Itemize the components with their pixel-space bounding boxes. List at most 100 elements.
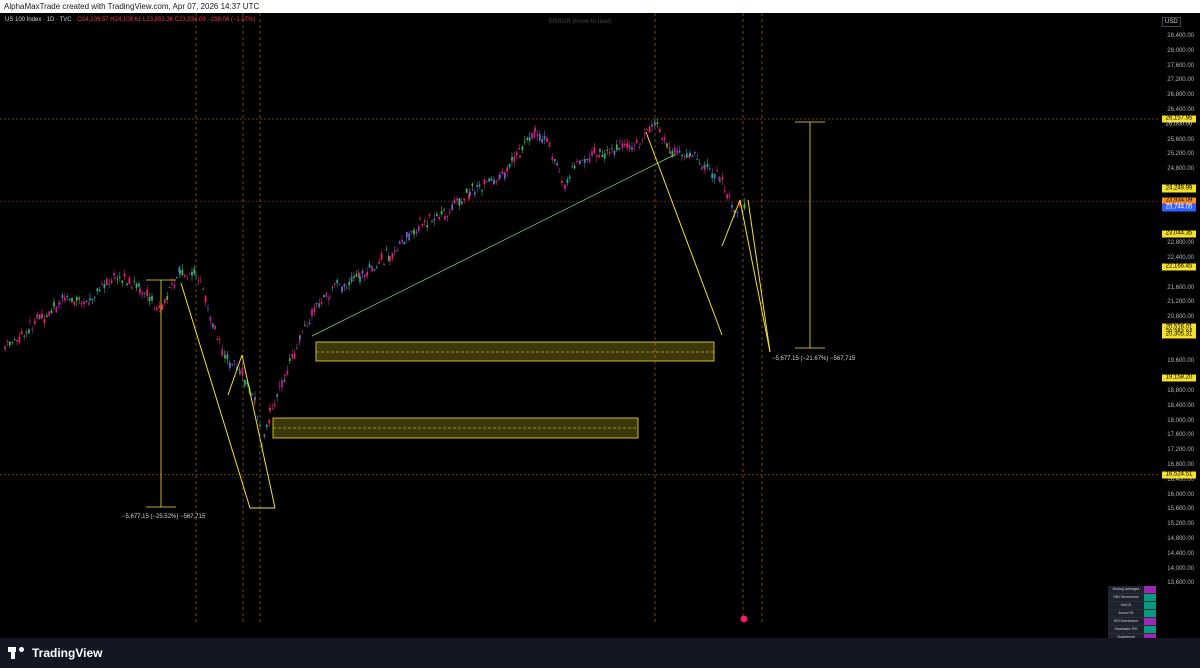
ohlc-values: O24,109.57 H24,109.61 L23,853.36 C23,934… [77, 17, 256, 23]
candle-body [456, 198, 458, 201]
candle-body [398, 241, 401, 244]
price-tick: 25,600.00 [1167, 136, 1194, 143]
script-error[interactable]: ERROR (hover to read) [549, 19, 612, 25]
candle-body [313, 307, 316, 313]
candle-body [118, 276, 121, 278]
price-tick: 17,200.00 [1167, 447, 1194, 454]
chart-pane[interactable]: −5,677.15 (−25.52%) −567,715 −5,677.15 (−… [0, 13, 1160, 651]
candle-body [128, 277, 131, 285]
candle-body [628, 145, 631, 149]
candle-body [478, 184, 481, 187]
candle-body [573, 165, 576, 169]
candle-body [656, 122, 659, 125]
candle-body [241, 368, 244, 375]
indicator-status-cell [1144, 594, 1156, 601]
candle-body [508, 163, 511, 168]
candle-body [214, 326, 216, 330]
event-flag-icon [740, 615, 748, 623]
candle-body [651, 124, 653, 127]
price-tick: 16,000.00 [1167, 491, 1194, 498]
candle-body [59, 302, 61, 305]
watermark-bar: AlphaMaxTrade created with TradingView.c… [0, 0, 1200, 13]
candle-body [36, 314, 39, 318]
candle-body [408, 233, 411, 241]
candle-body [66, 295, 69, 297]
candle-body [536, 134, 539, 136]
candle-body [281, 379, 283, 388]
currency-label[interactable]: USD [1162, 17, 1181, 27]
candle-body [353, 276, 355, 278]
candle-body [8, 341, 11, 346]
candle-body [278, 385, 281, 387]
candle-body [598, 155, 601, 158]
candle-body [698, 163, 701, 165]
candle-body [141, 292, 144, 295]
candle-body [363, 274, 366, 278]
candle-body [191, 271, 193, 276]
candle-body [48, 311, 51, 317]
price-tick: 14,000.00 [1167, 565, 1194, 572]
price-tick: 15,600.00 [1167, 506, 1194, 513]
candle-body [564, 184, 566, 190]
candle-body [561, 180, 563, 183]
candle-body [383, 263, 385, 265]
candle-body [204, 296, 207, 303]
candle-body [25, 332, 28, 334]
candle-body [528, 137, 531, 141]
price-tick: 21,600.00 [1167, 284, 1194, 291]
symbol-header[interactable]: US 100 Index · 1D · TVC O24,109.57 H24,1… [5, 17, 255, 23]
symbol-name[interactable]: US 100 Index · 1D · TVC [5, 17, 72, 23]
candle-body [18, 336, 21, 342]
price-tick: 18,400.00 [1167, 402, 1194, 409]
candle-body [581, 159, 584, 161]
candle-body [135, 283, 138, 288]
candle-body [183, 274, 186, 277]
candle-body [501, 171, 504, 175]
candle-body [331, 286, 334, 288]
indicator-name: Moving averages [1112, 587, 1140, 591]
candle-body [171, 283, 173, 285]
candle-body [583, 158, 586, 164]
price-axis[interactable]: 28,400.00 28,000.00 27,600.00 27,200.00 26,8… [1160, 13, 1200, 638]
price-label: 16,524.51 [1162, 471, 1196, 479]
candle-body [518, 148, 521, 150]
candle-body [291, 354, 294, 359]
candle-body [50, 310, 53, 314]
candle-body [45, 315, 48, 318]
candle-body [619, 140, 621, 142]
tradingview-icon [8, 647, 28, 659]
candle-body [75, 297, 78, 301]
candle-body [283, 380, 286, 382]
candle-body [689, 152, 691, 157]
candle-body [716, 170, 718, 172]
candle-body [488, 178, 491, 182]
candle-body [615, 144, 618, 151]
candle-body [221, 349, 224, 356]
candle-body [678, 150, 681, 153]
candle-body [606, 149, 609, 151]
candle-body [676, 150, 679, 154]
candle-body [41, 313, 43, 319]
price-label: 24,249.99 [1162, 185, 1196, 193]
candle-body [566, 179, 569, 184]
candle-body [661, 137, 664, 140]
candle-body [378, 261, 381, 264]
candle-body [460, 201, 463, 204]
candle-body [476, 185, 479, 188]
candle-body [473, 192, 476, 195]
candle-body [345, 287, 348, 289]
projection-line [739, 199, 771, 353]
candle-body [553, 159, 556, 161]
price-chart[interactable]: −5,677.15 (−25.52%) −567,715 −5,677.15 (−… [0, 13, 1160, 625]
indicator-status-cell [1144, 610, 1156, 617]
candle-body [80, 302, 83, 305]
price-tick: 22,800.00 [1167, 240, 1194, 247]
candle-body [181, 269, 184, 276]
candle-body [146, 289, 149, 297]
candle-body [311, 314, 313, 316]
indicator-status-cell [1144, 626, 1156, 633]
candle-body [153, 307, 156, 309]
candle-body [465, 188, 468, 193]
candle-body [503, 172, 506, 179]
price-tick: 16,800.00 [1167, 462, 1194, 469]
